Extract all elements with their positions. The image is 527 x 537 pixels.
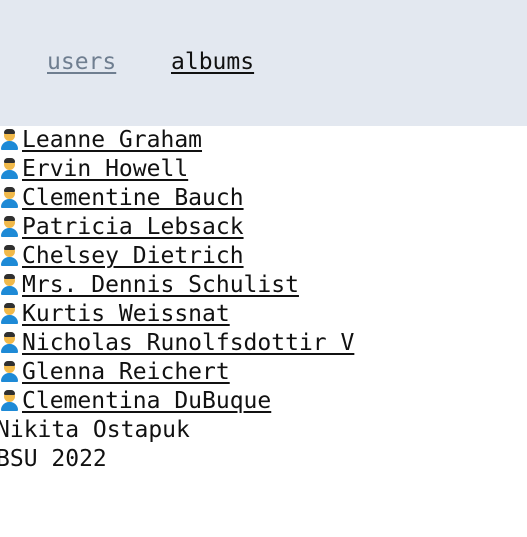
user-link[interactable]: Patricia Lebsack <box>22 213 244 242</box>
user-link[interactable]: Kurtis Weissnat <box>22 300 230 329</box>
person-icon <box>0 155 22 184</box>
person-icon <box>0 387 22 416</box>
list-item: Clementine Bauch <box>0 184 527 213</box>
person-icon <box>0 271 22 300</box>
person-icon <box>0 126 22 155</box>
footer-org-year: BSU 2022 <box>0 446 107 472</box>
list-item: Nicholas Runolfsdottir V <box>0 329 527 358</box>
list-item: Leanne Graham <box>0 126 527 155</box>
header-nav: users albums <box>0 0 527 126</box>
user-link[interactable]: Ervin Howell <box>22 155 188 184</box>
nav-link-albums[interactable]: albums <box>171 47 254 77</box>
user-link[interactable]: Leanne Graham <box>22 126 202 155</box>
footer-author: Nikita Ostapuk <box>0 417 190 443</box>
person-icon <box>0 300 22 329</box>
list-item: Glenna Reichert <box>0 358 527 387</box>
list-item: Clementina DuBuque <box>0 387 527 416</box>
footer: Nikita Ostapuk BSU 2022 <box>0 416 527 474</box>
list-item: Patricia Lebsack <box>0 213 527 242</box>
list-item: Kurtis Weissnat <box>0 300 527 329</box>
list-item: Mrs. Dennis Schulist <box>0 271 527 300</box>
user-link[interactable]: Mrs. Dennis Schulist <box>22 271 299 300</box>
user-link[interactable]: Nicholas Runolfsdottir V <box>22 329 354 358</box>
person-icon <box>0 329 22 358</box>
person-icon <box>0 242 22 271</box>
user-link[interactable]: Chelsey Dietrich <box>22 242 244 271</box>
person-icon <box>0 358 22 387</box>
list-item: Chelsey Dietrich <box>0 242 527 271</box>
list-item: Ervin Howell <box>0 155 527 184</box>
user-link[interactable]: Clementina DuBuque <box>22 387 271 416</box>
user-list: Leanne Graham Ervin Howell Clementine Ba… <box>0 126 527 416</box>
nav-link-users[interactable]: users <box>47 47 116 77</box>
person-icon <box>0 213 22 242</box>
user-link[interactable]: Glenna Reichert <box>22 358 230 387</box>
person-icon <box>0 184 22 213</box>
user-link[interactable]: Clementine Bauch <box>22 184 244 213</box>
